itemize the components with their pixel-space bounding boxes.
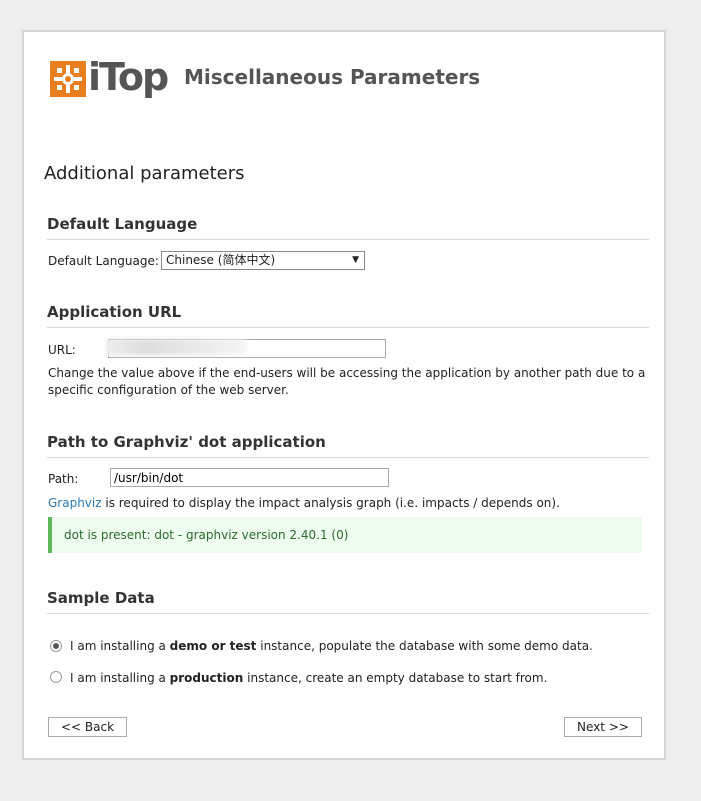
language-select-value: Chinese (简体中文) [166, 253, 276, 267]
url-help-text: Change the value above if the end-users … [48, 366, 646, 397]
graphviz-help-text: is required to display the impact analys… [101, 496, 560, 510]
section-heading-app-url: Application URL [47, 303, 649, 328]
dot-status-message: dot is present: dot - graphviz version 2… [48, 517, 642, 553]
itop-logo-icon [50, 61, 86, 97]
production-radio[interactable] [50, 671, 62, 683]
setup-wizard-panel: iTop Miscellaneous Parameters Additional… [22, 30, 666, 760]
page-title: Miscellaneous Parameters [184, 65, 481, 89]
redacted-url-overlay [106, 339, 246, 355]
demo-data-option-label[interactable]: I am installing a demo or test instance,… [70, 639, 593, 653]
language-select[interactable]: Chinese (简体中文) ▼ [161, 251, 365, 270]
back-button[interactable]: << Back [48, 717, 127, 737]
graphviz-help: Graphviz is required to display the impa… [48, 495, 648, 512]
next-button[interactable]: Next >> [564, 717, 642, 737]
demo-data-radio[interactable] [50, 640, 62, 652]
section-heading-sample-data: Sample Data [47, 589, 649, 614]
production-option-label[interactable]: I am installing a production instance, c… [70, 671, 547, 685]
section-heading-graphviz: Path to Graphviz' dot application [47, 433, 649, 458]
itop-logo-text: iTop [88, 55, 169, 99]
section-heading-language: Default Language [47, 215, 649, 240]
language-label: Default Language: [48, 254, 159, 268]
dropdown-arrow-icon: ▼ [352, 255, 359, 265]
url-label: URL: [48, 343, 76, 357]
page-subtitle: Additional parameters [44, 163, 245, 184]
dot-path-input[interactable] [110, 468, 389, 487]
path-label: Path: [48, 472, 79, 486]
graphviz-link[interactable]: Graphviz [48, 496, 102, 510]
